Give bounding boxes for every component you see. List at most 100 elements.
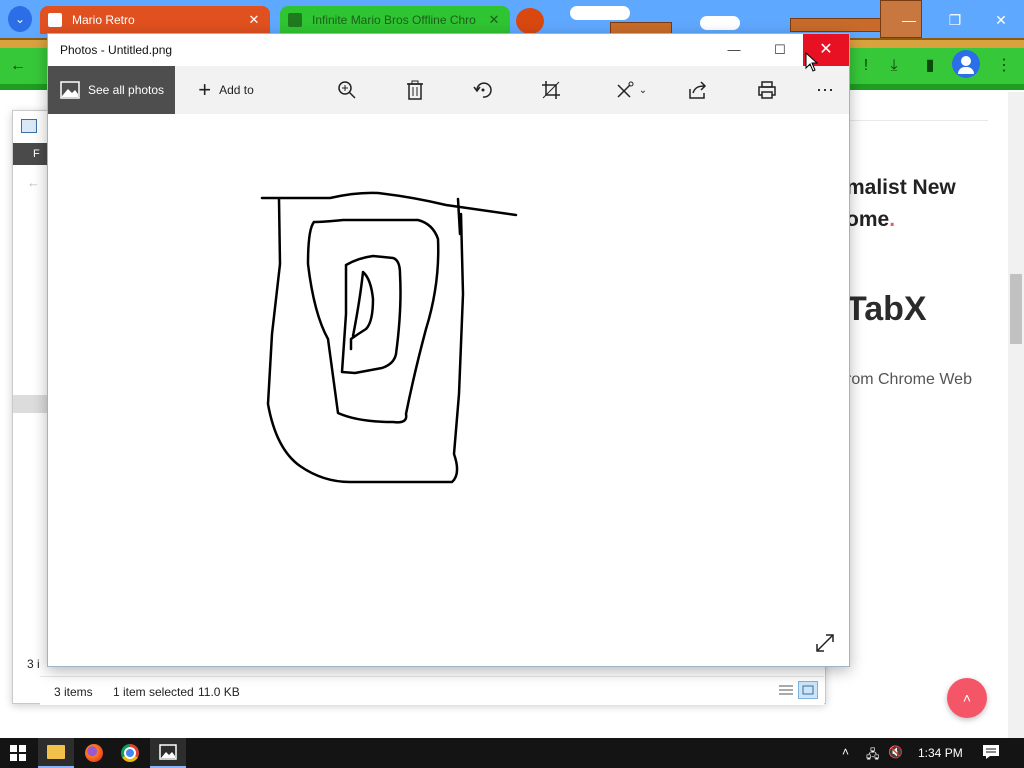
close-icon[interactable]: ✕ (486, 12, 502, 28)
minimize-button[interactable]: — (711, 34, 757, 66)
back-icon[interactable]: ← (27, 175, 40, 190)
profile-avatar[interactable] (952, 50, 980, 78)
scroll-top-button[interactable]: ˄ (947, 678, 987, 718)
taskbar-firefox[interactable] (76, 738, 112, 768)
folder-icon (47, 745, 65, 759)
scrollbar-thumb[interactable] (1010, 274, 1022, 344)
minimize-button[interactable]: — (886, 8, 932, 32)
fullscreen-icon (816, 634, 834, 652)
zoom-button[interactable] (332, 66, 362, 114)
action-center-icon (983, 745, 999, 759)
close-icon: ✕ (995, 12, 1007, 28)
network-icon[interactable]: 🖧 (866, 745, 879, 766)
status-items: 3 items (54, 685, 93, 699)
chrome-icon (121, 744, 139, 762)
mouse-cursor-icon (805, 52, 819, 72)
sidepanel-icon[interactable]: ▮ (920, 56, 940, 76)
chevron-down-icon: ⌄ (638, 84, 648, 96)
drawing-image (260, 191, 518, 484)
nav-pane-item[interactable] (13, 395, 47, 413)
maximize-button[interactable]: ☐ (757, 34, 803, 66)
page-heading-line2: ome. (846, 208, 895, 232)
heading-dot: . (889, 208, 896, 231)
tab-search-button[interactable]: ⌄ (8, 6, 32, 32)
windows-logo-icon (10, 745, 26, 761)
clock[interactable]: 1:34 PM (918, 746, 963, 760)
scrollbar[interactable] (1008, 92, 1024, 738)
extension-icon[interactable]: ! (856, 56, 876, 76)
taskbar-file-explorer[interactable] (38, 738, 74, 768)
restore-button[interactable]: ❐ (932, 8, 978, 32)
photos-window: Photos - Untitled.png — ☐ ✕ See all phot… (47, 33, 850, 667)
rotate-icon (473, 82, 492, 98)
image-canvas[interactable] (48, 114, 849, 666)
new-tab-button[interactable] (516, 8, 544, 34)
minimize-icon: — (727, 42, 741, 57)
large-icons-view-icon[interactable] (798, 681, 818, 699)
minimize-icon: — (902, 12, 916, 28)
close-window-button[interactable]: ✕ (978, 8, 1024, 32)
more-button[interactable]: ⋯ (810, 66, 840, 114)
close-icon[interactable]: ✕ (246, 12, 262, 28)
cloud-decoration (700, 16, 740, 30)
delete-icon (407, 80, 423, 100)
person-icon (958, 67, 974, 74)
fullscreen-button[interactable] (813, 631, 837, 655)
back-icon[interactable]: ← (8, 56, 28, 76)
chevron-down-icon: ⌄ (14, 12, 26, 26)
tab-infinite-mario[interactable]: Infinite Mario Bros Offline Chro ✕ (280, 6, 510, 34)
taskbar-chrome[interactable] (112, 738, 148, 768)
taskbar-photos[interactable] (150, 738, 186, 768)
divider (846, 120, 988, 121)
mario-favicon-icon (288, 13, 302, 27)
menu-icon[interactable]: ⋮ (994, 56, 1014, 76)
explorer-app-icon (21, 119, 37, 133)
mario-favicon-icon (48, 13, 62, 27)
tab-label: Infinite Mario Bros Offline Chro (312, 13, 476, 27)
window-title: Photos - Untitled.png (60, 43, 173, 57)
cloud-decoration (570, 6, 630, 20)
close-icon: ✕ (819, 41, 833, 58)
heading-text: ome (846, 208, 890, 231)
chevron-up-icon: ˄ (962, 690, 972, 706)
more-icon: ⋯ (816, 79, 834, 100)
zoom-icon (338, 81, 356, 99)
download-icon[interactable]: ⤓ (884, 56, 904, 76)
tabx-logo: TabX (846, 290, 927, 328)
chevron-up-icon[interactable]: ˄ (842, 745, 849, 759)
delete-button[interactable] (400, 66, 430, 114)
photos-toolbar: See all photos + Add to ⌄ ⋯ (48, 66, 849, 114)
tab-label: Mario Retro (72, 13, 135, 27)
photos-titlebar[interactable]: Photos - Untitled.png — ☐ ✕ (48, 34, 849, 66)
share-icon (689, 81, 707, 99)
maximize-icon: ☐ (774, 42, 786, 57)
person-icon (961, 56, 971, 66)
start-button[interactable] (0, 738, 36, 768)
edit-icon (617, 81, 634, 98)
plus-icon: + (198, 77, 212, 102)
taskbar: ˄ 🖧 🔇 1:34 PM (0, 738, 1024, 768)
photos-icon (159, 744, 177, 760)
edit-create-button[interactable]: ⌄ (608, 66, 654, 114)
page-subtext[interactable]: rom Chrome Web (846, 371, 972, 389)
notifications-button[interactable] (982, 744, 1000, 760)
brick-decoration (790, 18, 882, 32)
add-to-button[interactable]: + Add to (186, 66, 266, 114)
details-view-icon[interactable] (778, 683, 794, 697)
restore-icon: ❐ (948, 12, 962, 28)
crop-icon (542, 81, 560, 99)
volume-muted-icon[interactable]: 🔇 (888, 745, 903, 759)
share-button[interactable] (683, 66, 713, 114)
tab-mario-retro[interactable]: Mario Retro ✕ (40, 6, 270, 34)
rotate-button[interactable] (468, 66, 498, 114)
crop-button[interactable] (536, 66, 566, 114)
add-to-label: Add to (219, 83, 254, 97)
explorer-status-bar: 3 items 1 item selected 11.0 KB (40, 676, 824, 705)
print-button[interactable] (752, 66, 782, 114)
firefox-icon (85, 744, 103, 762)
see-all-photos-button[interactable]: See all photos (48, 66, 175, 114)
page-heading-line1: malist New (846, 176, 956, 199)
status-size: 11.0 KB (198, 685, 240, 699)
gallery-icon (60, 81, 80, 99)
print-icon (758, 81, 776, 99)
